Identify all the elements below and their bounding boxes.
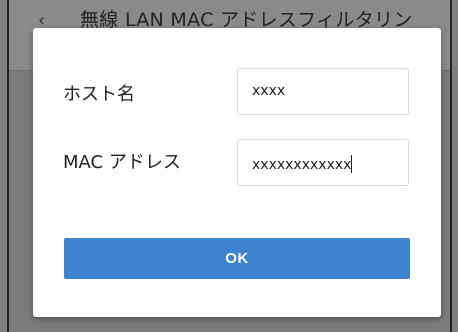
ok-button[interactable]: OK <box>64 238 410 279</box>
host-name-value: xxxx <box>252 83 286 99</box>
mac-address-label: MAC アドレス <box>63 152 181 173</box>
mac-address-field[interactable]: xxxxxxxxxxxx <box>237 139 409 186</box>
text-cursor <box>351 155 353 173</box>
host-name-field[interactable]: xxxx <box>237 68 409 115</box>
edit-dialog: ホスト名 xxxx MAC アドレス xxxxxxxxxxxx OK <box>33 28 441 317</box>
mac-address-text: xxxxxxxxxxxx <box>252 155 353 173</box>
mac-address-value: xxxxxxxxxxxx <box>252 157 352 173</box>
host-name-label: ホスト名 <box>63 84 135 105</box>
